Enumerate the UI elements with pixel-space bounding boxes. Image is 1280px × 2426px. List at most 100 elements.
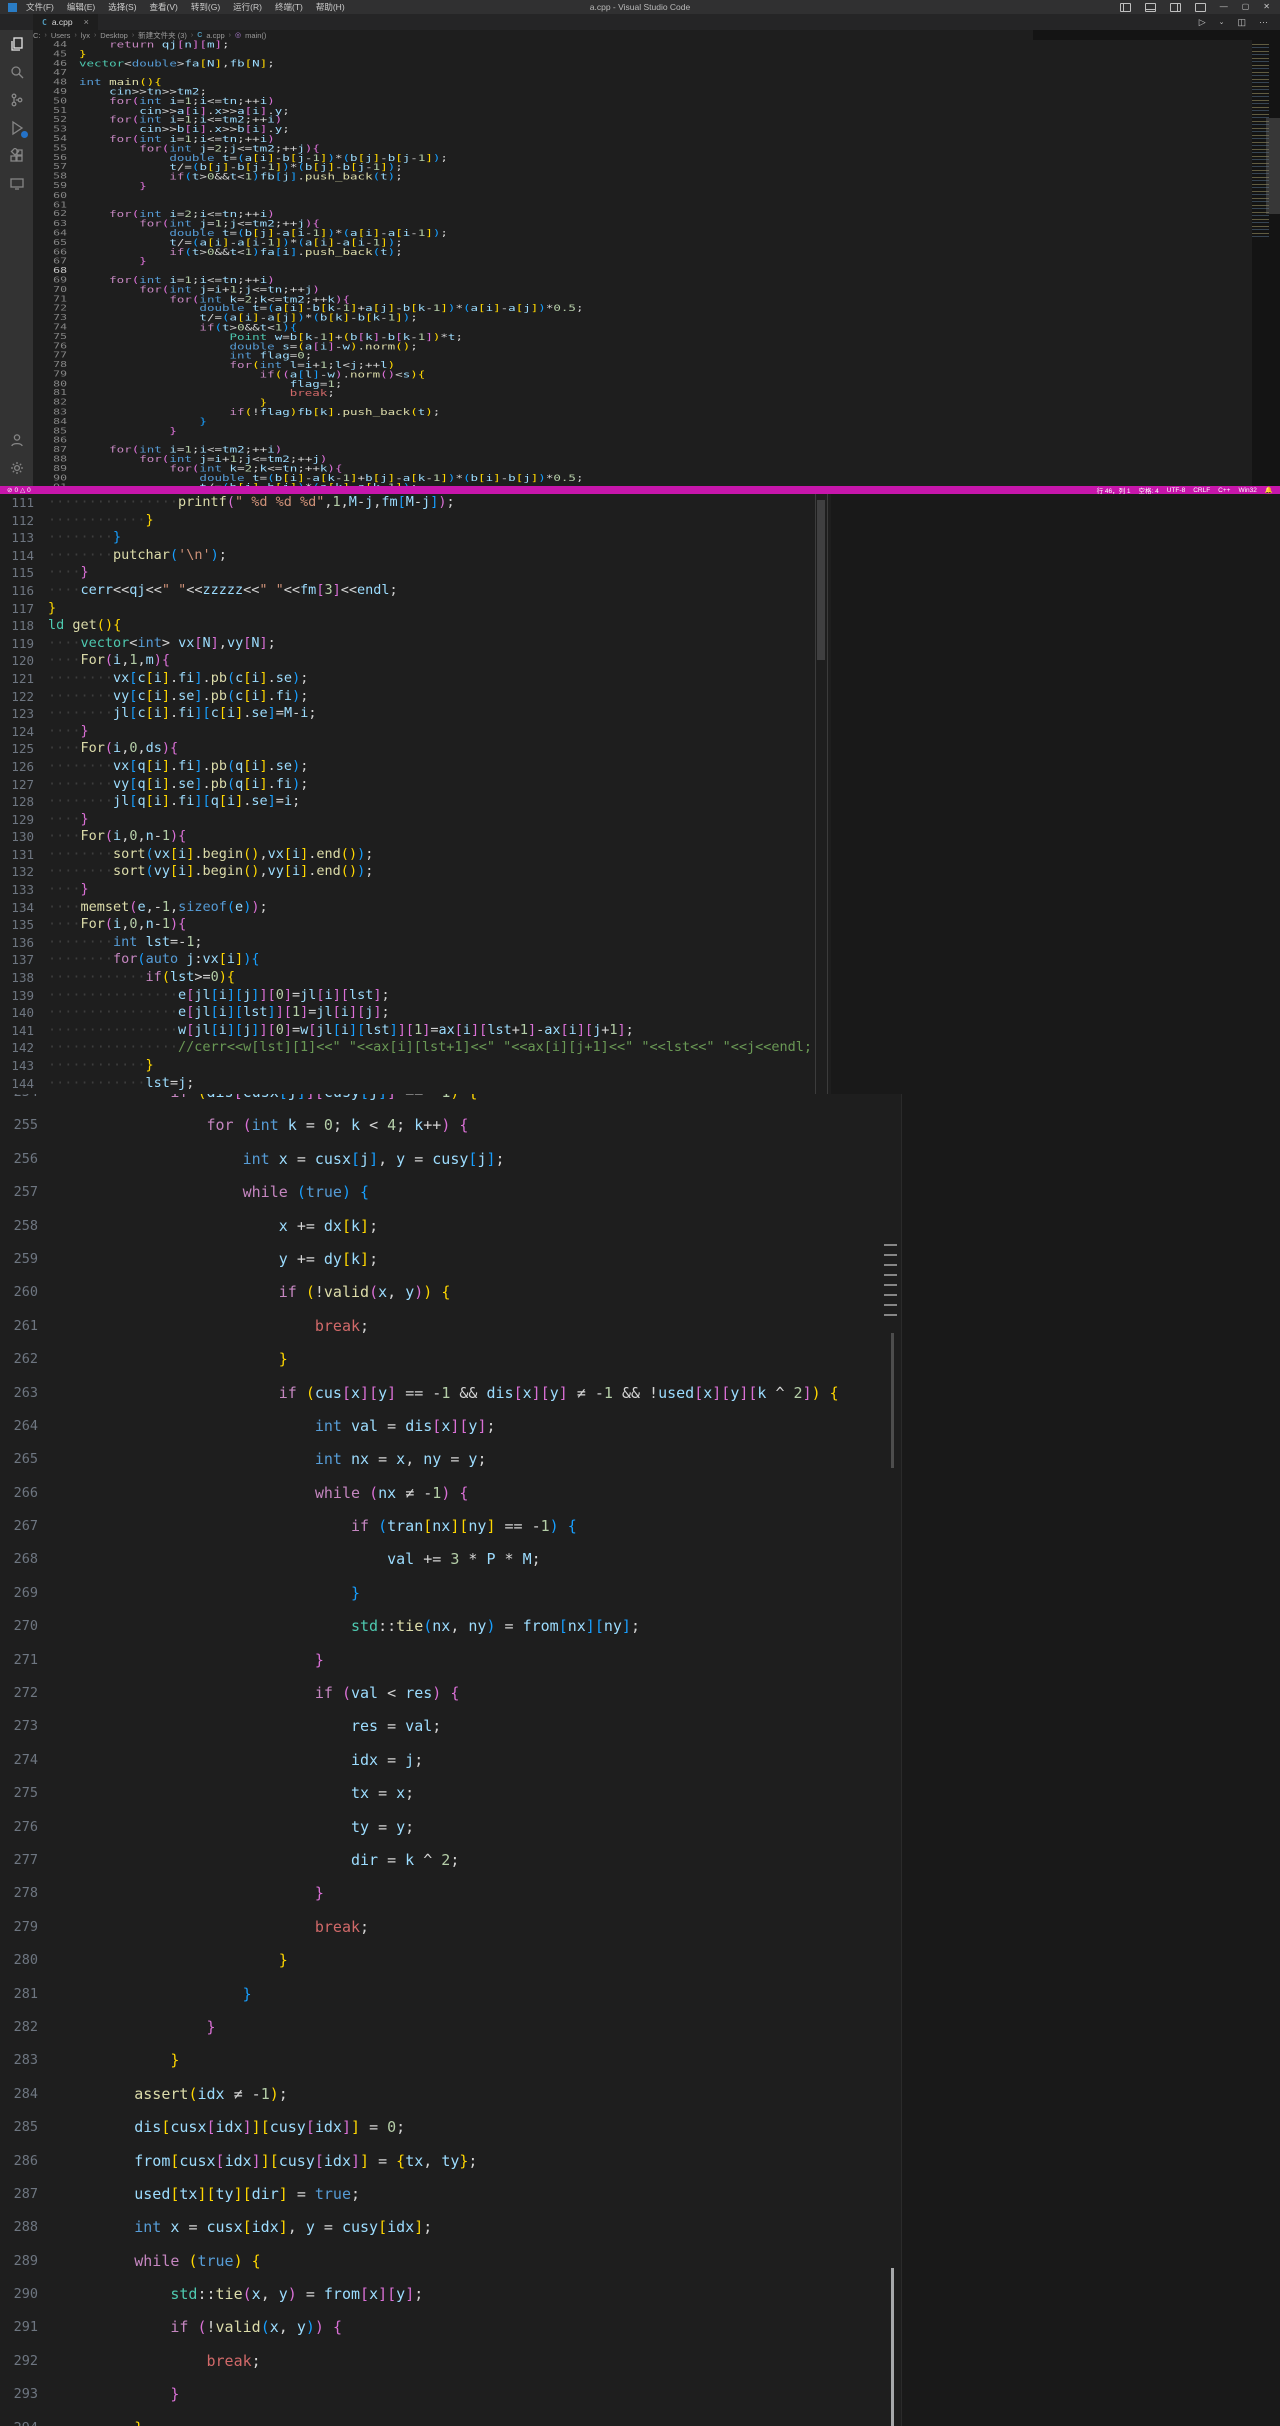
code-text: ········jl[c[i].fi][c[i].se]=M-i; xyxy=(34,705,317,723)
line-number: 265 xyxy=(0,1443,38,1476)
minimize-button[interactable]: — xyxy=(1220,3,1228,11)
line-number: 254 xyxy=(0,1094,38,1109)
breadcrumb-separator: › xyxy=(191,32,193,39)
code-text: while (nx ≠ -1) { xyxy=(38,1477,468,1510)
line-number: 138 xyxy=(0,969,34,987)
code-text: idx = j; xyxy=(38,1744,423,1777)
minimap[interactable] xyxy=(884,1244,897,1322)
line-number: 282 xyxy=(0,2011,38,2044)
code-text: res = val; xyxy=(38,1710,441,1743)
remote-explorer-icon[interactable] xyxy=(0,170,33,198)
account-icon[interactable] xyxy=(0,426,33,454)
code-line: 55 for(int j=2;j<=tm2;++j){ xyxy=(33,144,1252,153)
run-button[interactable]: ▷ xyxy=(1199,17,1206,28)
toggle-panel-icon[interactable] xyxy=(1145,3,1156,12)
breadcrumb-item[interactable]: lyx xyxy=(81,31,90,40)
status-item[interactable]: C++ xyxy=(1218,487,1230,494)
menu-item[interactable]: 选择(S) xyxy=(108,1,136,13)
source-control-icon[interactable] xyxy=(0,86,33,114)
line-number: 65 xyxy=(33,238,79,247)
line-number: 273 xyxy=(0,1710,38,1743)
breadcrumb-item[interactable]: Users xyxy=(51,31,71,40)
breadcrumb[interactable]: C:›Users›lyx›Desktop›新建文件夹 (3)›Ca.cpp›◎m… xyxy=(33,30,1033,40)
line-number: 261 xyxy=(0,1310,38,1343)
line-number: 122 xyxy=(0,688,34,706)
scrollbar-thumb[interactable] xyxy=(891,1333,894,1468)
customize-layout-icon[interactable] xyxy=(1195,3,1206,12)
toggle-sidebar-icon[interactable] xyxy=(1120,3,1131,12)
scrollbar-thumb[interactable] xyxy=(891,2268,894,2426)
split-editor-icon[interactable]: ◫ xyxy=(1237,17,1246,28)
code-text: ········vx[c[i].fi].pb(c[i].se); xyxy=(34,670,308,688)
line-number: 114 xyxy=(0,547,34,565)
status-item[interactable]: UTF-8 xyxy=(1167,487,1185,494)
more-actions-icon[interactable]: ··· xyxy=(1259,17,1268,27)
toggle-secondary-sidebar-icon[interactable] xyxy=(1170,3,1181,12)
settings-gear-icon[interactable] xyxy=(0,454,33,482)
menu-item[interactable]: 运行(R) xyxy=(233,1,262,13)
menu-item[interactable]: 终端(T) xyxy=(275,1,303,13)
code-text: std::tie(nx, ny) = from[nx][ny]; xyxy=(38,1610,640,1643)
line-number: 139 xyxy=(0,987,34,1005)
line-number: 258 xyxy=(0,1210,38,1243)
menu-item[interactable]: 帮助(H) xyxy=(316,1,345,13)
line-number: 123 xyxy=(0,705,34,723)
line-number: 121 xyxy=(0,670,34,688)
restore-button[interactable]: ▢ xyxy=(1242,3,1250,11)
breadcrumb-item[interactable]: Desktop xyxy=(100,31,128,40)
code-text: from[cusx[idx]][cusy[idx]] = {tx, ty}; xyxy=(38,2145,477,2178)
line-number: 112 xyxy=(0,512,34,530)
breadcrumb-item[interactable]: 新建文件夹 (3) xyxy=(138,30,187,41)
menu-item[interactable]: 转到(G) xyxy=(191,1,220,13)
run-debug-icon[interactable] xyxy=(0,114,33,142)
code-text: y += dy[k]; xyxy=(38,1243,378,1276)
close-button[interactable]: ✕ xyxy=(1263,3,1270,11)
code-line: 47 xyxy=(33,68,1252,77)
breadcrumb-item[interactable]: C: xyxy=(33,31,41,40)
menu-bar: 文件(F) 编辑(E) 选择(S) 查看(V) 转到(G) 运行(R) 终端(T) 帮助(H) xyxy=(26,1,345,13)
title-bar: 文件(F) 编辑(E) 选择(S) 查看(V) 转到(G) 运行(R) 终端(T) 帮助(H)… xyxy=(0,0,1280,14)
editor-pane-top[interactable]: 44 return qj[n][m];45}46vector<double>fa… xyxy=(33,40,1252,486)
code-text: ········vy[q[i].se].pb(q[i].fi); xyxy=(34,776,308,794)
code-text: int x = cusx[j], y = cusy[j]; xyxy=(38,1143,505,1176)
line-number: 260 xyxy=(0,1276,38,1309)
code-text: ················w[jl[i][j]][0]=w[jl[i][l… xyxy=(34,1022,634,1040)
problems-indicator[interactable]: ⊘ 0 △ 0 xyxy=(7,486,31,494)
status-item[interactable]: CRLF xyxy=(1193,487,1210,494)
code-text: int nx = x, ny = y; xyxy=(38,1443,486,1476)
scrollbar-thumb[interactable] xyxy=(1266,118,1280,214)
run-dropdown-icon[interactable]: ⌄ xyxy=(1219,18,1225,26)
code-text: } xyxy=(34,600,56,618)
scrollbar-thumb[interactable] xyxy=(817,500,825,660)
code-text: ················e[jl[i][j]][0]=jl[i][lst… xyxy=(34,987,390,1005)
menu-item[interactable]: 查看(V) xyxy=(150,1,178,13)
line-number: 278 xyxy=(0,1877,38,1910)
vscode-logo-icon xyxy=(8,3,17,12)
line-number: 118 xyxy=(0,617,34,635)
notifications-bell-icon[interactable]: 🔔 xyxy=(1265,486,1273,494)
breadcrumb-item[interactable]: a.cpp xyxy=(206,31,224,40)
line-number: 270 xyxy=(0,1610,38,1643)
explorer-icon[interactable] xyxy=(0,30,33,58)
code-text: ty = y; xyxy=(38,1811,414,1844)
line-number: 144 xyxy=(0,1075,34,1093)
line-number: 269 xyxy=(0,1577,38,1610)
tab-a-cpp[interactable]: C a.cpp × xyxy=(33,14,98,30)
breadcrumb-item[interactable]: main() xyxy=(245,31,266,40)
breadcrumb-separator: › xyxy=(74,32,76,39)
menu-item[interactable]: 文件(F) xyxy=(26,1,54,13)
code-text: dir = k ^ 2; xyxy=(38,1844,459,1877)
code-text: } xyxy=(38,2412,143,2426)
search-icon[interactable] xyxy=(0,58,33,86)
line-number: 131 xyxy=(0,846,34,864)
activity-bar xyxy=(0,30,33,486)
tab-bar: C a.cpp × ▷ ⌄ ◫ ··· xyxy=(0,14,1280,30)
code-text: if (!valid(x, y)) { xyxy=(38,2311,342,2344)
status-item[interactable]: Win32 xyxy=(1238,487,1256,494)
line-number: 272 xyxy=(0,1677,38,1710)
code-text: break; xyxy=(38,2345,261,2378)
menu-item[interactable]: 编辑(E) xyxy=(67,1,95,13)
editor-actions: ▷ ⌄ ◫ ··· xyxy=(1199,14,1280,30)
extensions-icon[interactable] xyxy=(0,142,33,170)
close-icon[interactable]: × xyxy=(84,17,89,27)
